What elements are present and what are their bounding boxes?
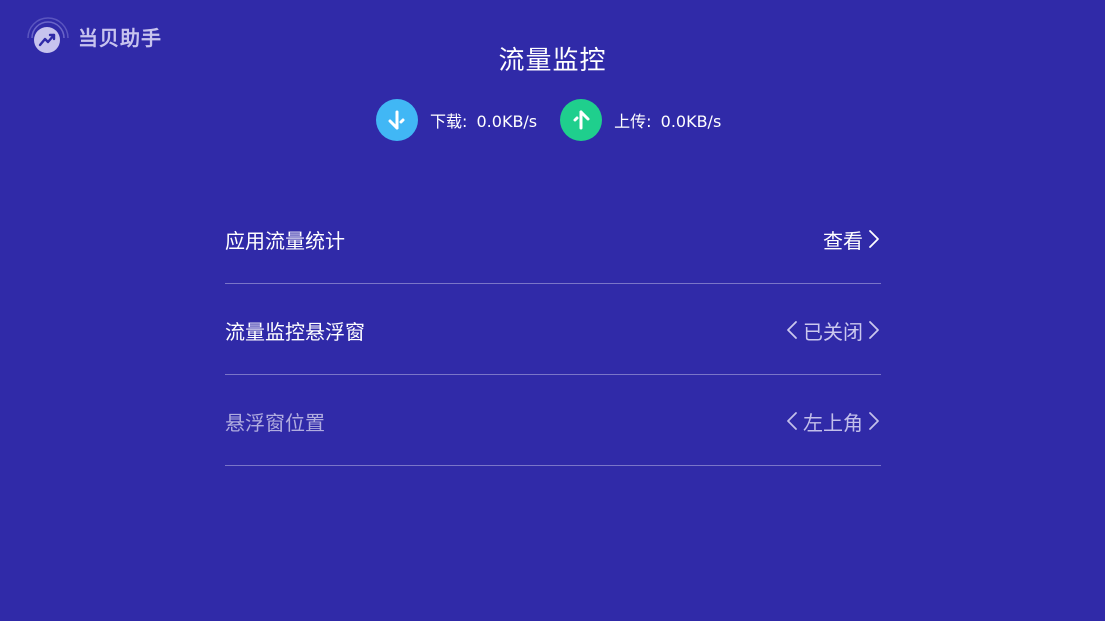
setting-floating-window-position[interactable]: 悬浮窗位置 左上角 bbox=[225, 375, 881, 466]
download-speed: 下载: 0.0KB/s bbox=[376, 99, 537, 141]
chevron-left-icon[interactable] bbox=[785, 410, 799, 432]
floating-window-selector[interactable]: 已关闭 bbox=[785, 316, 881, 345]
traffic-speed-row: 下载: 0.0KB/s 上传: 0.0KB/s bbox=[376, 99, 721, 141]
window-position-selector[interactable]: 左上角 bbox=[785, 407, 881, 436]
view-button[interactable]: 查看 bbox=[823, 225, 881, 254]
upload-speed: 上传: 0.0KB/s bbox=[560, 99, 721, 141]
upload-value: 0.0KB/s bbox=[660, 112, 722, 131]
setting-app-traffic-stats[interactable]: 应用流量统计 查看 bbox=[225, 193, 881, 284]
setting-floating-window[interactable]: 流量监控悬浮窗 已关闭 bbox=[225, 284, 881, 375]
download-value: 0.0KB/s bbox=[476, 112, 538, 131]
settings-list: 应用流量统计 查看 流量监控悬浮窗 已关闭 悬浮窗位置 左上角 bbox=[225, 193, 881, 466]
setting-value: 已关闭 bbox=[803, 319, 863, 344]
chevron-right-icon bbox=[867, 228, 881, 250]
setting-label: 流量监控悬浮窗 bbox=[225, 319, 365, 344]
setting-label: 应用流量统计 bbox=[225, 228, 345, 253]
setting-value: 左上角 bbox=[803, 410, 863, 435]
upload-arrow-icon bbox=[560, 99, 603, 141]
chevron-right-icon[interactable] bbox=[867, 410, 881, 432]
chevron-right-icon[interactable] bbox=[867, 319, 881, 341]
page-title: 流量监控 bbox=[498, 46, 607, 76]
chevron-left-icon[interactable] bbox=[785, 319, 799, 341]
setting-label: 悬浮窗位置 bbox=[225, 410, 325, 435]
upload-label: 上传: bbox=[614, 112, 652, 131]
setting-value: 查看 bbox=[823, 228, 863, 253]
download-label: 下载: bbox=[430, 112, 468, 131]
download-arrow-icon bbox=[376, 99, 418, 141]
